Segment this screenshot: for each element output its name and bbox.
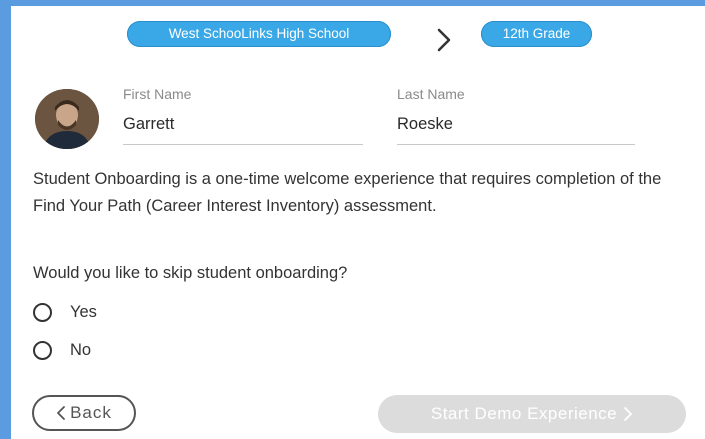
grade-label: 12th Grade bbox=[502, 26, 571, 41]
first-name-value[interactable]: Garrett bbox=[123, 115, 174, 134]
start-demo-button[interactable]: Start Demo Experience bbox=[378, 395, 686, 433]
first-name-underline bbox=[123, 144, 363, 145]
yes-label: Yes bbox=[70, 303, 97, 321]
no-label: No bbox=[70, 341, 92, 359]
back-button[interactable]: Back bbox=[32, 395, 136, 431]
school-pill[interactable]: West SchooLinks High School bbox=[127, 21, 391, 47]
option-no[interactable]: No bbox=[33, 341, 91, 360]
grade-pill[interactable]: 12th Grade bbox=[481, 21, 592, 47]
option-yes[interactable]: Yes bbox=[33, 303, 97, 322]
start-demo-label: Start Demo Experience bbox=[430, 404, 618, 423]
last-name-value[interactable]: Roeske bbox=[397, 115, 453, 134]
back-label: Back bbox=[70, 403, 112, 422]
skip-question: Would you like to skip student onboardin… bbox=[33, 264, 348, 282]
avatar bbox=[35, 89, 99, 149]
chevron-right-icon bbox=[437, 28, 451, 52]
onboarding-description: Student Onboarding is a one-time welcome… bbox=[33, 170, 662, 215]
onboarding-card: West SchooLinks High School 12th Grade F… bbox=[11, 6, 705, 439]
last-name-label: Last Name bbox=[397, 86, 465, 102]
user-photo-icon bbox=[35, 89, 99, 149]
last-name-underline bbox=[397, 144, 635, 145]
yes-radio[interactable] bbox=[33, 303, 52, 322]
no-radio[interactable] bbox=[33, 341, 52, 360]
school-label: West SchooLinks High School bbox=[168, 26, 350, 41]
chevron-left-icon bbox=[57, 406, 65, 420]
first-name-label: First Name bbox=[123, 86, 192, 102]
chevron-right-icon bbox=[624, 407, 633, 421]
